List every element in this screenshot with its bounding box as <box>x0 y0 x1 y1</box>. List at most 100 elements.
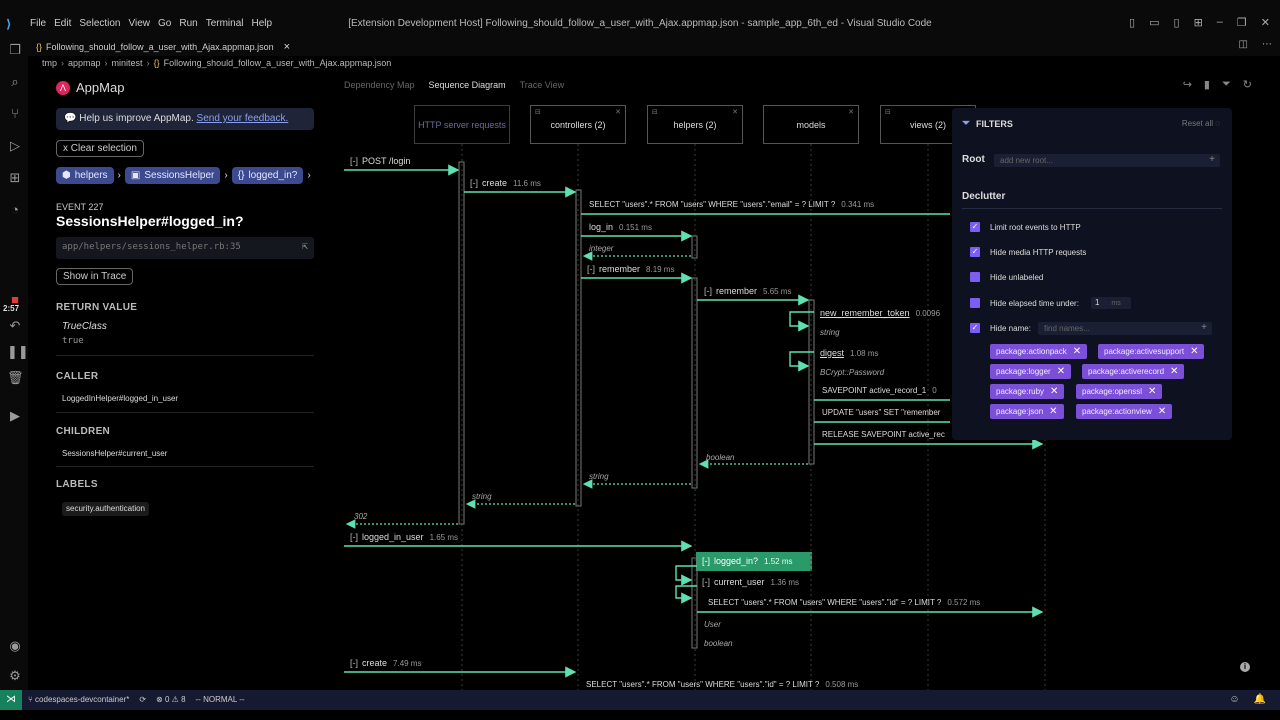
settings-gear-icon[interactable]: ⚙ <box>7 668 23 684</box>
breadcrumb-item[interactable]: tmp <box>42 58 57 68</box>
clear-selection-button[interactable]: x Clear selection <box>56 140 144 157</box>
collapse-toggle[interactable]: [-] <box>350 532 358 542</box>
remove-tag-icon[interactable]: ✕ <box>1057 366 1065 377</box>
trash-icon[interactable]: 🗑 <box>7 370 24 386</box>
search-icon[interactable]: ⌕ <box>7 74 23 90</box>
message-sql-id[interactable]: SELECT "users".* FROM "users" WHERE "use… <box>586 680 858 689</box>
checkbox-checked[interactable]: ✓ <box>970 247 980 257</box>
hide-name-input[interactable]: find names... + <box>1038 322 1212 335</box>
info-icon[interactable]: i <box>1240 662 1250 672</box>
message-logged-in-user[interactable]: [-] logged_in_user 1.65 ms <box>350 532 458 542</box>
label-chip[interactable]: security.authentication <box>62 502 150 516</box>
breadcrumb-item[interactable]: Following_should_follow_a_user_with_Ajax… <box>164 58 392 68</box>
package-tag[interactable]: package:ruby ✕ <box>990 384 1065 399</box>
run-debug-icon[interactable]: ▷ <box>7 138 23 154</box>
filter-hide-media[interactable]: ✓ Hide media HTTP requests <box>970 247 1086 257</box>
root-input[interactable]: add new root... + <box>994 154 1220 167</box>
pause-icon[interactable]: ❚❚ <box>7 344 29 360</box>
filter-hide-elapsed[interactable]: Hide elapsed time under: 1 ms <box>970 297 1131 309</box>
camera-icon[interactable]: ▶ <box>7 408 23 424</box>
source-control-icon[interactable]: ⑂ <box>7 106 23 122</box>
remove-tag-icon[interactable]: ✕ <box>1050 386 1058 397</box>
package-tag[interactable]: package:json ✕ <box>990 404 1064 419</box>
remote-name[interactable]: ⑂ codespaces-devcontainer* <box>28 695 129 704</box>
feedback-link[interactable]: Send your feedback. <box>197 113 289 124</box>
remove-tag-icon[interactable]: ✕ <box>1049 406 1057 417</box>
reset-all-button[interactable]: Reset all ◌ <box>1182 119 1220 128</box>
child-link[interactable]: SessionsHelper#current_user <box>62 449 167 458</box>
account-icon[interactable]: ◉ <box>7 638 23 654</box>
explorer-icon[interactable]: ❐ <box>7 42 23 58</box>
notifications-bell-icon[interactable]: 🔔 <box>1254 694 1266 705</box>
more-actions-icon[interactable]: ⋯ <box>1262 39 1272 50</box>
remove-tag-icon[interactable]: ✕ <box>1148 386 1156 397</box>
editor-tab[interactable]: {} Following_should_follow_a_user_with_A… <box>36 38 290 56</box>
extensions-icon[interactable]: ⊞ <box>7 170 23 186</box>
open-external-icon[interactable]: ⇱ <box>302 241 308 252</box>
breadcrumb-item[interactable]: appmap <box>68 58 101 68</box>
caller-link[interactable]: LoggedInHelper#logged_in_user <box>62 394 178 403</box>
collapse-toggle[interactable]: [-] <box>702 577 710 587</box>
toggle-panel-icon[interactable]: ▭ <box>1149 16 1159 29</box>
message-remember[interactable]: [-] remember 8.19 ms <box>587 264 674 274</box>
split-editor-icon[interactable]: ◫ <box>1239 39 1248 50</box>
message-post-login[interactable]: [-] POST /login <box>350 156 410 166</box>
restore-icon[interactable]: ❐ <box>1237 16 1247 29</box>
crumb-helpers[interactable]: ⬢ helpers <box>56 167 114 184</box>
menu-view[interactable]: View <box>125 18 155 29</box>
filter-hide-unlabeled[interactable]: Hide unlabeled <box>970 272 1043 282</box>
remove-tag-icon[interactable]: ✕ <box>1158 406 1166 417</box>
remove-tag-icon[interactable]: ✕ <box>1190 346 1198 357</box>
message-release[interactable]: RELEASE SAVEPOINT active_rec <box>822 430 945 439</box>
elapsed-time-input[interactable]: 1 ms <box>1090 297 1131 309</box>
message-update[interactable]: UPDATE "users" SET "remember <box>822 408 940 417</box>
checkbox-unchecked[interactable] <box>970 272 980 282</box>
checkbox-checked[interactable]: ✓ <box>970 222 980 232</box>
appmap-icon[interactable]: ◔ <box>7 202 23 218</box>
menu-help[interactable]: Help <box>248 18 277 29</box>
collapse-toggle[interactable]: [-] <box>350 658 358 668</box>
add-icon[interactable]: + <box>1209 154 1215 165</box>
crumb-function[interactable]: {} logged_in? <box>231 167 304 184</box>
show-in-trace-button[interactable]: Show in Trace <box>56 268 134 285</box>
message-current-user[interactable]: [-] current_user 1.36 ms <box>702 577 799 587</box>
message-create[interactable]: [-] create 11.6 ms <box>470 178 541 188</box>
message-remember-model[interactable]: [-] remember 5.65 ms <box>704 286 791 296</box>
close-tab-icon[interactable]: × <box>284 41 290 53</box>
filter-hide-name[interactable]: ✓ Hide name: <box>970 323 1031 333</box>
collapse-toggle[interactable]: [-] <box>702 556 710 566</box>
checkbox-unchecked[interactable] <box>970 298 980 308</box>
package-tag[interactable]: package:actionpack ✕ <box>990 344 1088 359</box>
customize-layout-icon[interactable]: ⊞ <box>1194 16 1203 29</box>
message-new-remember-token[interactable]: new_remember_token 0.0096 <box>820 308 940 318</box>
remote-indicator-icon[interactable]: ⋊ <box>0 690 22 710</box>
feedback-icon[interactable]: ☺ <box>1229 694 1239 705</box>
source-path[interactable]: app/helpers/sessions_helper.rb:35 ⇱ <box>56 237 314 259</box>
package-tag[interactable]: package:actionview ✕ <box>1076 404 1173 419</box>
package-tag[interactable]: package:logger ✕ <box>990 364 1072 379</box>
toggle-sidebar-icon[interactable]: ▯ <box>1129 16 1135 29</box>
collapse-toggle[interactable]: [-] <box>587 264 595 274</box>
sync-icon[interactable]: ⟳ <box>139 695 146 704</box>
package-tag[interactable]: package:activerecord ✕ <box>1082 364 1185 379</box>
close-window-icon[interactable]: ✕ <box>1261 16 1270 29</box>
breadcrumb-item[interactable]: minitest <box>112 58 143 68</box>
collapse-toggle[interactable]: [-] <box>350 156 358 166</box>
menu-go[interactable]: Go <box>154 18 175 29</box>
filter-limit-root-http[interactable]: ✓ Limit root events to HTTP <box>970 222 1081 232</box>
menu-selection[interactable]: Selection <box>75 18 124 29</box>
message-log-in[interactable]: log_in 0.151 ms <box>589 222 652 232</box>
message-create[interactable]: [-] create 7.49 ms <box>350 658 421 668</box>
package-tag[interactable]: package:activesupport ✕ <box>1098 344 1205 359</box>
collapse-toggle[interactable]: [-] <box>470 178 478 188</box>
checkbox-checked[interactable]: ✓ <box>970 323 980 333</box>
remove-tag-icon[interactable]: ✕ <box>1170 366 1178 377</box>
menu-edit[interactable]: Edit <box>50 18 75 29</box>
minimize-icon[interactable]: – <box>1217 16 1223 29</box>
crumb-class[interactable]: ▣ SessionsHelper <box>124 167 221 184</box>
add-icon[interactable]: + <box>1201 322 1207 333</box>
collapse-toggle[interactable]: [-] <box>704 286 712 296</box>
menu-terminal[interactable]: Terminal <box>202 18 248 29</box>
menu-file[interactable]: File <box>26 18 50 29</box>
stop-recording-icon[interactable]: ■ <box>7 292 23 308</box>
